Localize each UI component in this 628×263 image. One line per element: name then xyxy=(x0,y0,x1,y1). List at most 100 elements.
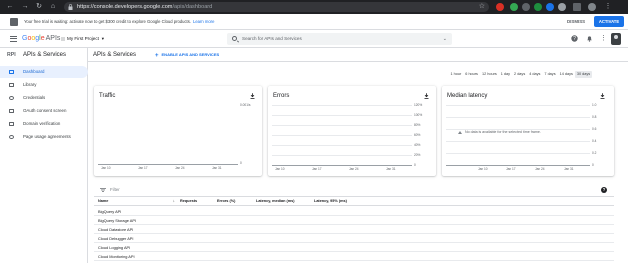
range-2-days[interactable]: 2 days xyxy=(513,71,527,78)
x-tick-label: Jan 31 xyxy=(564,167,574,171)
browser-menu-icon[interactable]: ⋮ xyxy=(604,3,612,11)
download-icon[interactable] xyxy=(600,93,605,99)
bookmark-star-icon[interactable]: ☆ xyxy=(479,3,485,11)
reload-icon[interactable]: ↻ xyxy=(35,3,43,11)
sidebar-item-label: Page usage agreements xyxy=(23,134,71,139)
x-tick-label: Jan 24 xyxy=(535,167,545,171)
sidebar-item-dashboard[interactable]: Dashboard xyxy=(0,66,88,78)
extensions-puzzle-icon[interactable] xyxy=(573,3,581,11)
forward-icon[interactable]: → xyxy=(21,3,29,11)
extension-icon[interactable] xyxy=(496,3,504,11)
plus-icon: + xyxy=(155,53,159,59)
range-14-days[interactable]: 14 days xyxy=(558,71,574,78)
search-bar[interactable]: Search for APIs and Services ⌄ xyxy=(227,33,452,45)
extension-icon[interactable] xyxy=(534,3,542,11)
y-tick-label: 0 xyxy=(240,161,242,165)
sidebar-item-oauth-consent-screen[interactable]: OAuth consent screen xyxy=(0,105,88,117)
no-data-message: No data is available for the selected ti… xyxy=(458,130,541,135)
range-1-day[interactable]: 1 day xyxy=(499,71,511,78)
help-icon[interactable]: ? xyxy=(601,187,607,193)
checkbox-icon xyxy=(9,122,14,126)
chevron-down-icon[interactable]: ⌄ xyxy=(443,35,447,43)
sidebar-item-credentials[interactable]: Credentials xyxy=(0,92,88,104)
sidebar: RPI APIs & Services Dashboard Library Cr… xyxy=(0,48,88,263)
median-latency-card: Median latency 1.0 0.8 0.6 0.4 0.2 0 No … xyxy=(442,86,614,176)
api-name-link[interactable]: Cloud Monitoring API xyxy=(98,254,135,259)
table-row[interactable]: BigQuery API xyxy=(94,207,614,216)
extension-icon[interactable] xyxy=(546,3,554,11)
project-selector[interactable]: My First Project ▼ xyxy=(61,35,105,43)
hamburger-menu-icon[interactable] xyxy=(10,36,17,42)
range-4-days[interactable]: 4 days xyxy=(528,71,542,78)
x-tick-label: Jan 10 xyxy=(478,167,488,171)
extension-icon[interactable] xyxy=(510,3,518,11)
gridline xyxy=(272,155,412,156)
extension-icon[interactable] xyxy=(558,3,566,11)
table-row[interactable]: BigQuery Storage API xyxy=(94,216,614,225)
profile-icon[interactable] xyxy=(588,3,596,11)
range-1-hour[interactable]: 1 hour xyxy=(449,71,463,78)
api-name-link[interactable]: Cloud Logging API xyxy=(98,245,130,250)
filter-input[interactable]: Filter xyxy=(110,187,120,193)
x-tick-label: Jan 24 xyxy=(175,166,185,170)
x-tick-label: Jan 31 xyxy=(212,166,222,170)
column-header-requests[interactable]: Requests xyxy=(180,199,197,204)
help-icon[interactable]: ? xyxy=(571,35,578,42)
y-tick-label: 0.4 xyxy=(592,139,597,143)
api-name-link[interactable]: Cloud Debugger API xyxy=(98,236,133,241)
download-icon[interactable] xyxy=(424,93,429,99)
range-7-days[interactable]: 7 days xyxy=(543,71,557,78)
avatar[interactable] xyxy=(611,33,621,45)
table-row[interactable]: Cloud Monitoring API xyxy=(94,252,614,261)
api-name-link[interactable]: BigQuery Storage API xyxy=(98,218,136,223)
api-name-link[interactable]: Cloud Datastore API xyxy=(98,227,133,232)
sidebar-item-label: OAuth consent screen xyxy=(23,108,67,113)
project-dots-icon xyxy=(61,36,65,41)
column-header-latency-95[interactable]: Latency, 95% (ms) xyxy=(314,199,347,204)
gridline xyxy=(446,153,590,154)
search-input[interactable]: Search for APIs and Services xyxy=(242,36,302,42)
x-axis xyxy=(272,165,412,166)
google-apis-logo[interactable]: GoogleAPIs xyxy=(22,34,60,44)
y-tick-label: 120% xyxy=(414,103,423,107)
gridline xyxy=(272,135,412,136)
consent-icon xyxy=(9,109,14,113)
address-bar[interactable]: https://console.developers.google.com/ap… xyxy=(64,2,489,12)
activate-button[interactable]: ACTIVATE xyxy=(594,16,624,27)
y-tick-label: 0.8 xyxy=(592,115,597,119)
download-icon[interactable] xyxy=(250,93,255,99)
learn-more-link[interactable]: Learn more xyxy=(193,19,214,24)
y-tick-label: 100% xyxy=(414,113,423,117)
back-icon[interactable]: ← xyxy=(6,3,14,11)
y-tick-label: 0.001/s xyxy=(240,103,251,107)
range-6-hours[interactable]: 6 hours xyxy=(464,71,480,78)
sidebar-item-library[interactable]: Library xyxy=(0,79,88,91)
errors-title: Errors xyxy=(273,93,290,99)
column-header-latency-median[interactable]: Latency, median (ms) xyxy=(256,199,295,204)
home-icon[interactable]: ⌂ xyxy=(49,3,57,11)
x-axis xyxy=(98,164,238,165)
column-header-name[interactable]: Name xyxy=(98,199,108,204)
sidebar-item-page-usage-agreements[interactable]: Page usage agreements xyxy=(0,131,88,143)
dismiss-button[interactable]: DISMISS xyxy=(567,19,585,25)
filter-bar[interactable]: Filter ? xyxy=(94,183,614,197)
range-12-hours[interactable]: 12 hours xyxy=(480,71,498,78)
table-row[interactable]: Cloud Debugger API xyxy=(94,234,614,243)
table-row[interactable]: Cloud Datastore API xyxy=(94,225,614,234)
gridline xyxy=(446,105,590,106)
sidebar-item-label: Library xyxy=(23,82,37,87)
y-tick-label: 0.2 xyxy=(592,151,597,155)
svg-text:?: ? xyxy=(573,36,576,42)
sort-arrow-down-icon[interactable]: ↓ xyxy=(173,199,175,204)
enable-apis-button[interactable]: + ENABLE APIS AND SERVICES xyxy=(155,52,219,59)
notifications-bell-icon[interactable] xyxy=(586,35,593,42)
table-row[interactable]: Cloud Logging API xyxy=(94,243,614,252)
range-30-days[interactable]: 30 days xyxy=(575,71,592,78)
extension-icon[interactable] xyxy=(522,3,530,11)
app-header: GoogleAPIs My First Project ▼ Search for … xyxy=(0,30,628,48)
sidebar-item-domain-verification[interactable]: Domain verification xyxy=(0,118,88,130)
column-header-errors[interactable]: Errors (%) xyxy=(217,199,235,204)
more-vert-icon[interactable]: ⋮ xyxy=(600,35,607,42)
api-name-link[interactable]: BigQuery API xyxy=(98,209,121,214)
gridline xyxy=(446,141,590,142)
